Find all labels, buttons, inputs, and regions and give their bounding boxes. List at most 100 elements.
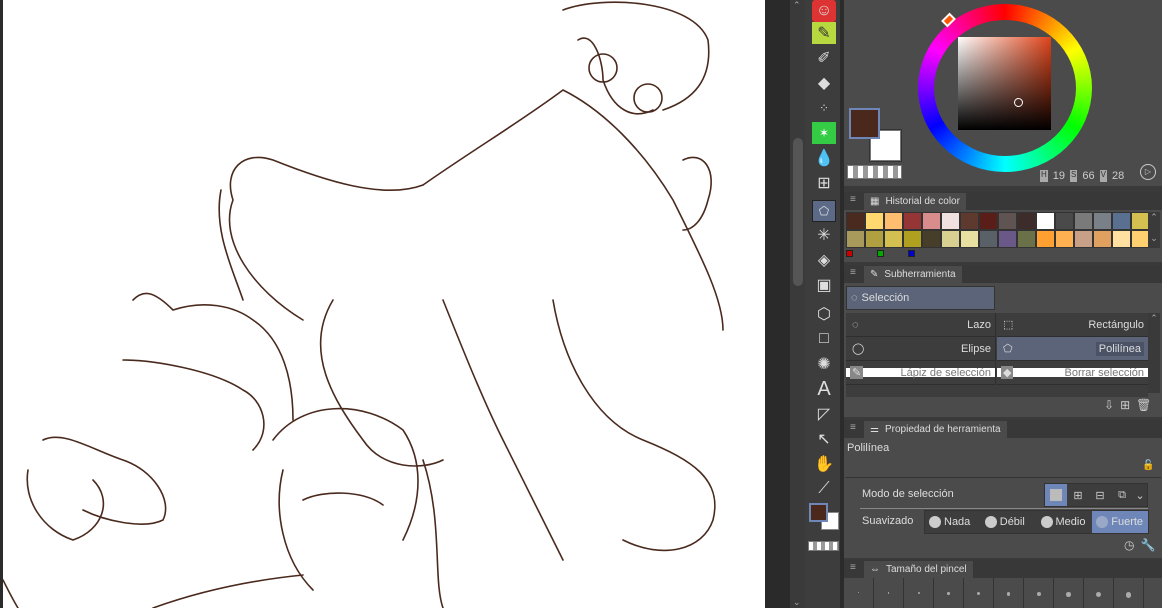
color-swatch[interactable] <box>1074 230 1093 248</box>
menu-icon[interactable]: ≡ <box>850 423 858 433</box>
speed-lines-icon[interactable]: ✺ <box>812 353 836 375</box>
scroll-up-icon[interactable]: ⌃ <box>793 0 801 11</box>
smoothing-option[interactable]: Débil <box>981 511 1037 533</box>
color-swatch[interactable] <box>884 212 903 230</box>
color-swatch[interactable] <box>998 212 1017 230</box>
zoom-tool-icon[interactable]: ☺ <box>812 0 836 22</box>
trash-icon[interactable]: 🗑 <box>1136 398 1151 412</box>
brush-size-preset[interactable] <box>844 578 874 608</box>
color-swatch[interactable] <box>1055 230 1074 248</box>
brush-size-preset[interactable] <box>994 578 1024 608</box>
selection-tool-icon[interactable]: ⬠ <box>812 200 836 222</box>
eyedropper-icon[interactable]: ⟋ <box>812 478 836 500</box>
ruler-tool-icon[interactable]: ◸ <box>812 403 836 425</box>
fill-tool-icon[interactable]: ◈ <box>812 249 836 271</box>
color-swatch[interactable] <box>846 230 865 248</box>
brush-size-preset[interactable] <box>1024 578 1054 608</box>
sv-cursor[interactable] <box>1014 98 1023 107</box>
subtool-rectangulo[interactable]: ⬚ Rectángulo <box>997 313 1148 337</box>
color-swatch[interactable] <box>922 230 941 248</box>
main-color-small[interactable] <box>809 503 828 522</box>
brush-size-preset[interactable] <box>1114 578 1144 608</box>
frame-tool-icon[interactable]: □ <box>812 328 836 350</box>
tab-subtool[interactable]: ✎ Subherramienta <box>864 266 962 283</box>
subtool-lapiz-de-seleccion[interactable]: ✎ Lápiz de selección <box>846 361 996 385</box>
tab-tool-property[interactable]: ⚌ Propiedad de herramienta <box>864 421 1007 438</box>
brush-size-preset[interactable] <box>1054 578 1084 608</box>
brush-size-preset[interactable] <box>964 578 994 608</box>
operation-tool-icon[interactable]: ↖ <box>812 428 836 450</box>
brush-size-preset[interactable] <box>934 578 964 608</box>
brush-size-preset[interactable] <box>1084 578 1114 608</box>
color-swatch[interactable] <box>1055 212 1074 230</box>
wrench-icon[interactable]: 🔧 <box>1140 538 1155 552</box>
transparent-color-swatch[interactable] <box>847 165 902 179</box>
object-tool-icon[interactable]: ⬡ <box>812 303 836 325</box>
saturation-value-square[interactable] <box>958 37 1051 130</box>
main-color-swatch[interactable] <box>849 108 880 139</box>
color-swatch[interactable] <box>941 212 960 230</box>
import-icon[interactable]: ⇩ <box>1104 398 1114 412</box>
subtract-selection-button[interactable]: ⊟ <box>1089 489 1111 502</box>
drawing-canvas[interactable] <box>3 0 765 608</box>
subtool-lazo[interactable]: ◌ Lazo <box>846 313 996 337</box>
color-swatch[interactable] <box>903 212 922 230</box>
reset-icon[interactable]: ◷ <box>1124 538 1134 552</box>
intersect-selection-button[interactable]: ⧉ <box>1111 489 1133 502</box>
perspective-ruler-icon[interactable]: ⊞ <box>812 172 836 194</box>
brush-size-preset[interactable] <box>874 578 904 608</box>
eraser-tool-icon[interactable]: ◆ <box>812 72 836 94</box>
color-swatch[interactable] <box>1093 230 1112 248</box>
color-swatch[interactable] <box>1017 230 1036 248</box>
smoothing-option[interactable]: Nada <box>925 511 981 533</box>
color-swatch[interactable] <box>1093 212 1112 230</box>
color-swatch[interactable] <box>865 212 884 230</box>
color-swatch[interactable] <box>960 230 979 248</box>
subtool-scrollbar[interactable]: ⌃ <box>1148 313 1160 393</box>
brush-size-preset[interactable] <box>904 578 934 608</box>
smoothing-option[interactable]: Fuerte <box>1092 511 1148 533</box>
color-swatch[interactable] <box>1036 212 1055 230</box>
text-tool-icon[interactable]: A <box>812 378 836 400</box>
add-selection-button[interactable]: ⊞ <box>1067 489 1089 502</box>
chevron-down-icon[interactable]: ⌄ <box>1133 489 1147 502</box>
color-swatch[interactable] <box>941 230 960 248</box>
magic-wand-icon[interactable]: ✳ <box>812 224 836 246</box>
lock-icon[interactable]: 🔓 <box>1142 460 1154 471</box>
color-swatch[interactable] <box>865 230 884 248</box>
scrollbar-thumb[interactable] <box>793 138 803 286</box>
play-icon[interactable]: ▷ <box>1140 164 1156 180</box>
color-swatch[interactable] <box>979 212 998 230</box>
menu-icon[interactable]: ≡ <box>850 268 858 278</box>
history-scrollbar[interactable]: ⌃ ⌄ <box>1148 212 1160 248</box>
hand-tool-icon[interactable]: ✋ <box>812 453 836 475</box>
subtool-polilinea[interactable]: ⬠ Polilínea <box>997 337 1148 361</box>
subtool-elipse[interactable]: ◯ Elipse <box>846 337 996 361</box>
subtool-group-seleccion[interactable]: ◌ Selección <box>846 286 995 310</box>
color-swatch[interactable] <box>922 212 941 230</box>
tab-color-history[interactable]: ▦ Historial de color <box>864 193 966 210</box>
brush-tool-icon[interactable]: ✐ <box>812 47 836 69</box>
subtool-borrar-seleccion[interactable]: ◆ Borrar selección <box>997 361 1148 385</box>
smoothing-option[interactable]: Medio <box>1037 511 1093 533</box>
airbrush-tool-icon[interactable]: ⁘ <box>812 97 836 119</box>
color-swatch[interactable] <box>998 230 1017 248</box>
blend-tool-icon[interactable]: 💧 <box>812 147 836 169</box>
color-swatch[interactable] <box>1112 230 1131 248</box>
color-swatch[interactable] <box>1074 212 1093 230</box>
decoration-tool-icon[interactable]: ✶ <box>812 122 836 144</box>
color-swatch[interactable] <box>960 212 979 230</box>
new-selection-button[interactable] <box>1045 484 1067 506</box>
canvas-vertical-scrollbar[interactable]: ⌃ ⌄ <box>790 0 805 608</box>
menu-icon[interactable]: ≡ <box>850 563 858 573</box>
color-swatch[interactable] <box>903 230 922 248</box>
copy-subtool-icon[interactable]: ⊞ <box>1120 398 1130 412</box>
menu-icon[interactable]: ≡ <box>850 195 858 205</box>
tab-brush-size[interactable]: ⇔ Tamaño del pincel <box>864 561 973 578</box>
color-swatch[interactable] <box>1036 230 1055 248</box>
scroll-down-icon[interactable]: ⌄ <box>793 597 801 608</box>
color-swatch[interactable] <box>1017 212 1036 230</box>
gradient-tool-icon[interactable]: ▣ <box>812 274 836 296</box>
color-swatch[interactable] <box>884 230 903 248</box>
color-swatch[interactable] <box>1112 212 1131 230</box>
